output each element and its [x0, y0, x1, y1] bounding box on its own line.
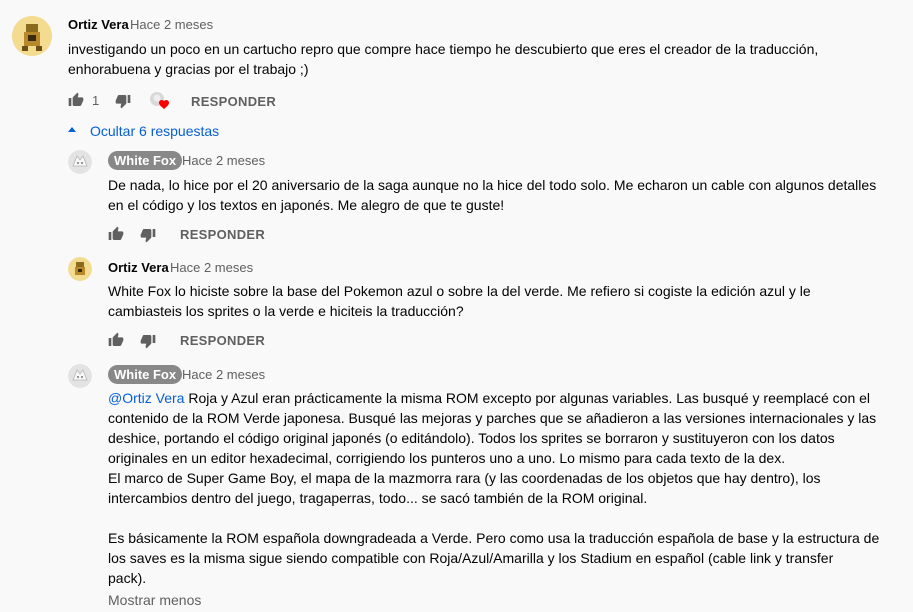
reply-button[interactable]: RESPONDER: [180, 227, 265, 242]
hide-replies-button[interactable]: Ocultar 6 respuestas: [90, 123, 219, 139]
avatar-white-fox[interactable]: [68, 364, 92, 388]
reply-author[interactable]: Ortiz Vera: [108, 260, 169, 275]
creator-heart-icon: [149, 91, 171, 111]
thumb-up-icon[interactable]: [108, 332, 124, 348]
reply-author-badge[interactable]: White Fox: [108, 365, 183, 384]
reply-timestamp[interactable]: Hace 2 meses: [170, 260, 253, 275]
reply-text: @Ortiz Vera Roja y Azul eran prácticamen…: [108, 388, 908, 588]
thumb-up-icon[interactable]: [68, 92, 84, 108]
reply-text: White Fox lo hiciste sobre la base del P…: [108, 283, 811, 319]
reply-button[interactable]: RESPONDER: [180, 333, 265, 348]
mention-link[interactable]: @Ortiz Vera: [108, 390, 184, 406]
reply-author-badge[interactable]: White Fox: [108, 151, 183, 170]
thumb-down-icon[interactable]: [115, 93, 131, 109]
avatar-ortiz-vera[interactable]: [68, 257, 92, 281]
show-less-button[interactable]: Mostrar menos: [108, 592, 201, 608]
avatar-ortiz-vera[interactable]: [12, 16, 52, 56]
avatar-white-fox[interactable]: [68, 150, 92, 174]
thumb-down-icon[interactable]: [140, 227, 156, 243]
reply-text-body: Roja y Azul eran prácticamente la misma …: [108, 390, 880, 586]
like-count: 1: [92, 93, 100, 108]
thumb-down-icon[interactable]: [140, 333, 156, 349]
reply-text: De nada, lo hice por el 20 aniversario d…: [108, 177, 877, 213]
reply-timestamp[interactable]: Hace 2 meses: [182, 153, 265, 168]
reply-button[interactable]: RESPONDER: [191, 94, 276, 109]
chevron-up-icon[interactable]: [67, 126, 77, 134]
comment-text: investigando un poco en un cartucho repr…: [68, 41, 819, 77]
comment-timestamp[interactable]: Hace 2 meses: [130, 17, 213, 32]
reply-timestamp[interactable]: Hace 2 meses: [182, 367, 265, 382]
comment-author[interactable]: Ortiz Vera: [68, 17, 129, 32]
thumb-up-icon[interactable]: [108, 226, 124, 242]
